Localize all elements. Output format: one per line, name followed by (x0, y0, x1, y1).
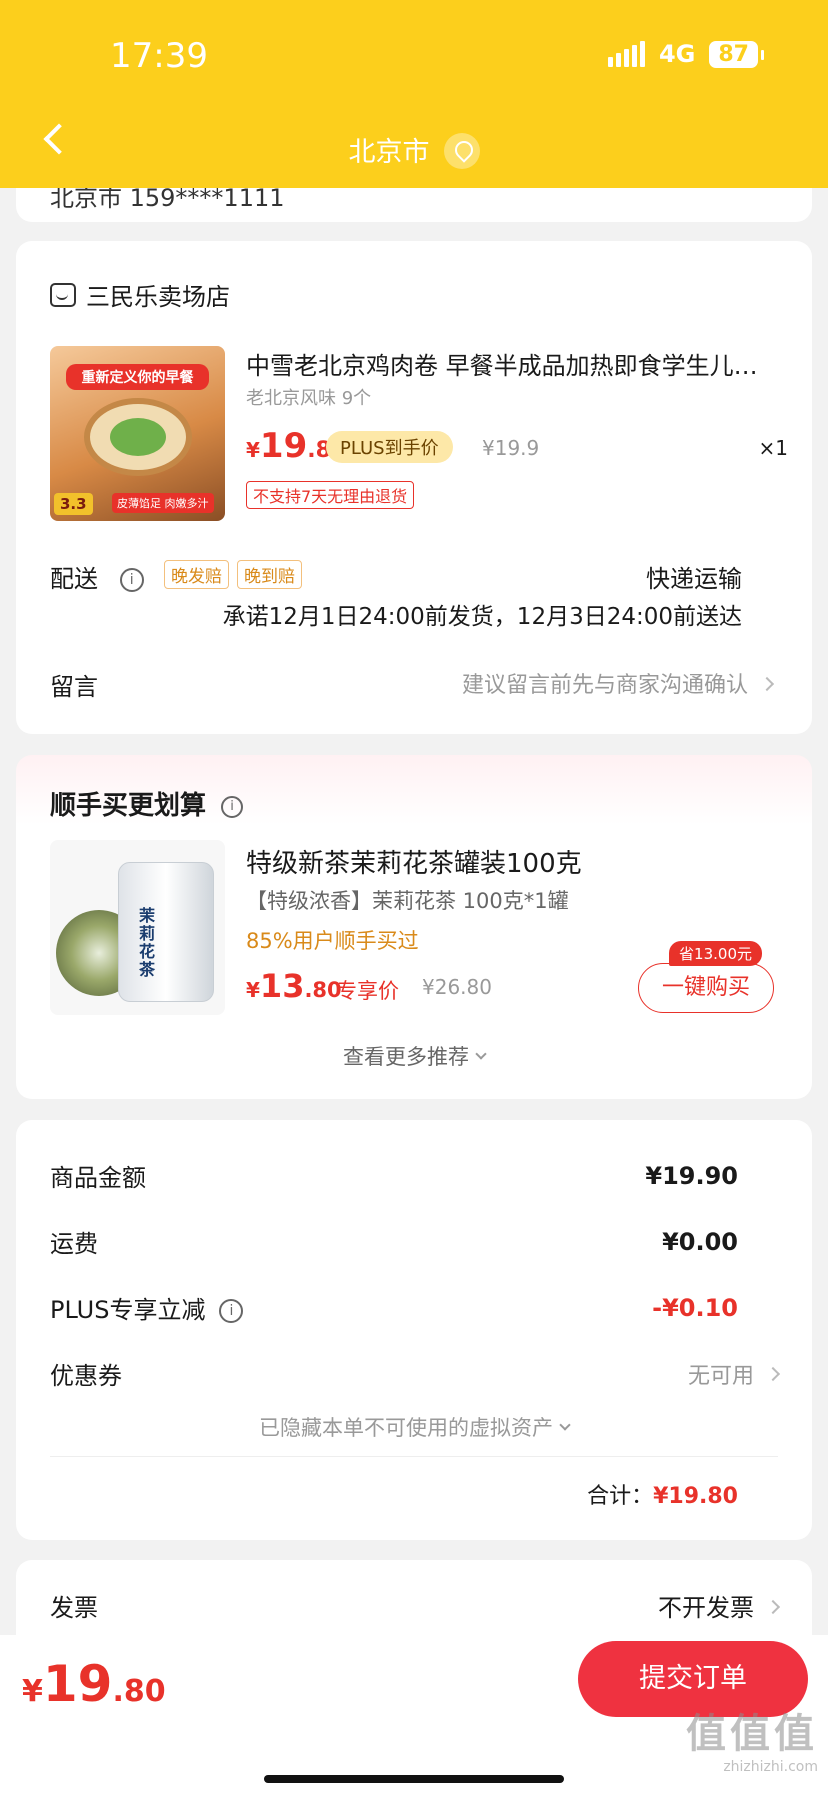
price-int: 13 (259, 967, 305, 1005)
hidden-assets-toggle[interactable]: 已隐藏本单不可使用的虚拟资产 (16, 1412, 812, 1442)
signal-icon (607, 41, 645, 67)
message-input[interactable]: 建议留言前先与商家沟通确认 (461, 667, 775, 699)
late-ship-tag: 晚发赔 (164, 560, 229, 589)
plus-discount-row: PLUS专享立减 i -¥0.10 (50, 1290, 738, 1325)
more-recommend-link[interactable]: 查看更多推荐 (16, 1041, 812, 1071)
delivery-type[interactable]: 快递运输 (646, 559, 742, 594)
tea-can-illustration: 茉莉花茶 (118, 862, 214, 1002)
shipping-label: 运费 (50, 1230, 98, 1258)
invoice-value-wrap: 不开发票 (658, 1588, 781, 1623)
shipping-value: ¥0.00 (662, 1227, 738, 1256)
nav-location[interactable]: 北京市 (0, 130, 828, 172)
bottom-bar: ¥19.80 提交订单 值值值 zhizhizhi.com (0, 1635, 828, 1795)
product-price: ¥19.8 (246, 426, 331, 466)
recommend-card: 顺手买更划算 i 茉莉花茶 特级新茶茉莉花茶罐装100克 【特级浓香】茉莉花茶 … (16, 755, 812, 1099)
coupon-row[interactable]: 优惠券 无可用 (50, 1356, 781, 1391)
price-dec: .80 (112, 1674, 166, 1709)
tea-title[interactable]: 特级新茶茉莉花茶罐装100克 (246, 843, 582, 880)
recommend-title: 顺手买更划算 i (50, 785, 244, 822)
bottom-total-price: ¥19.80 (22, 1655, 166, 1713)
price-symbol: ¥ (246, 978, 260, 1002)
coupon-value: 无可用 (687, 1363, 754, 1389)
price-symbol: ¥ (22, 1674, 43, 1709)
tea-spec: 【特级浓香】茉莉花茶 100克*1罐 (246, 889, 569, 913)
location-pin-icon[interactable] (443, 132, 480, 169)
store-icon (50, 282, 76, 307)
home-indicator[interactable] (264, 1775, 564, 1783)
product-spec: 老北京风味 9个 (246, 388, 372, 409)
plus-discount-value: -¥0.10 (652, 1293, 738, 1322)
goods-amount-value: ¥19.90 (645, 1161, 738, 1190)
recommend-title-text: 顺手买更划算 (50, 791, 207, 821)
store-card: 三民乐卖场店 重新定义你的早餐 3.3 皮薄馅足 肉嫩多汁 中雪老北京鸡肉卷 早… (16, 241, 812, 734)
hidden-assets-text: 已隐藏本单不可使用的虚拟资产 (259, 1416, 553, 1440)
tea-image[interactable]: 茉莉花茶 (50, 840, 225, 1015)
network-type: 4G (658, 40, 696, 68)
status-icons: 4G 87 (607, 40, 764, 68)
shipping-row: 运费 ¥0.00 (50, 1224, 738, 1259)
plus-discount-label: PLUS专享立减 (50, 1296, 206, 1324)
tea-bought-stat: 85%用户顺手买过 (246, 929, 419, 953)
status-time: 17:39 (110, 36, 208, 76)
watermark: 值值值 zhizhizhi.com (686, 1701, 818, 1775)
coupon-value-wrap: 无可用 (687, 1358, 781, 1390)
top-header: 17:39 4G 87 北京市 (0, 0, 828, 188)
plus-price-badge: PLUS到手价 (326, 431, 453, 463)
original-price: ¥19.9 (482, 436, 540, 460)
product-image[interactable]: 重新定义你的早餐 3.3 皮薄馅足 肉嫩多汁 (50, 346, 225, 521)
chevron-down-icon (559, 1419, 571, 1431)
coupon-label: 优惠券 (50, 1362, 122, 1390)
delivery-row: 配送 i (50, 559, 144, 594)
store-header[interactable]: 三民乐卖场店 (50, 277, 230, 312)
invoice-label: 发票 (50, 1594, 98, 1622)
delivery-label: 配送 (50, 565, 98, 593)
return-notice-badge: 不支持7天无理由退货 (246, 481, 415, 509)
exclusive-price-label: 专享价 (336, 979, 399, 1003)
product-image-foot: 皮薄馅足 肉嫩多汁 (112, 493, 214, 513)
info-icon[interactable]: i (221, 795, 244, 818)
info-icon[interactable]: i (219, 1299, 244, 1323)
message-hint: 建议留言前先与商家沟通确认 (461, 673, 748, 698)
tea-price: ¥13.80 (246, 967, 342, 1005)
divider (50, 1456, 778, 1457)
product-image-price: 3.3 (54, 493, 93, 515)
total-label: 合计： (587, 1484, 654, 1509)
one-click-buy-button[interactable]: 一键购买 (638, 963, 774, 1013)
more-recommend-text: 查看更多推荐 (343, 1045, 469, 1069)
late-arrive-tag: 晚到赔 (237, 560, 302, 589)
price-int: 19 (42, 1655, 113, 1713)
product-image-banner: 重新定义你的早餐 (66, 364, 209, 390)
info-icon[interactable]: i (119, 568, 144, 592)
quantity: ×1 (758, 436, 788, 460)
tea-original-price: ¥26.80 (422, 975, 492, 999)
goods-amount-label: 商品金额 (50, 1164, 146, 1192)
invoice-value: 不开发票 (658, 1594, 754, 1622)
battery-icon: 87 (709, 40, 764, 68)
message-label: 留言 (50, 673, 98, 701)
goods-amount-row: 商品金额 ¥19.90 (50, 1158, 738, 1193)
nav-title: 北京市 (348, 137, 430, 168)
product-title[interactable]: 中雪老北京鸡肉卷 早餐半成品加热即食学生儿… (246, 346, 786, 381)
tea-can-label: 茉莉花茶 (139, 906, 156, 979)
watermark-logo: 值值值 (686, 1711, 818, 1757)
price-int: 19 (259, 426, 308, 466)
save-badge: 省13.00元 (669, 941, 762, 966)
chevron-right-icon (765, 1599, 781, 1615)
delivery-tags: 晚发赔 晚到赔 (164, 560, 302, 589)
chevron-right-icon (759, 676, 775, 692)
delivery-promise: 承诺12月1日24:00前发货，12月3日24:00前送达 (222, 604, 742, 630)
invoice-row[interactable]: 发票 不开发票 (50, 1588, 781, 1623)
total-value: ¥19.80 (653, 1484, 738, 1509)
price-symbol: ¥ (246, 438, 260, 462)
total-row: 合计：¥19.80 (587, 1478, 738, 1510)
plus-discount-label-wrap: PLUS专享立减 i (50, 1290, 244, 1325)
chevron-right-icon (765, 1366, 781, 1381)
watermark-url: zhizhizhi.com (723, 1759, 818, 1775)
summary-card: 商品金额 ¥19.90 运费 ¥0.00 PLUS专享立减 i -¥0.10 优惠… (16, 1120, 812, 1540)
chevron-down-icon (475, 1048, 487, 1060)
store-name: 三民乐卖场店 (86, 283, 230, 311)
lettuce-illustration (110, 418, 166, 456)
